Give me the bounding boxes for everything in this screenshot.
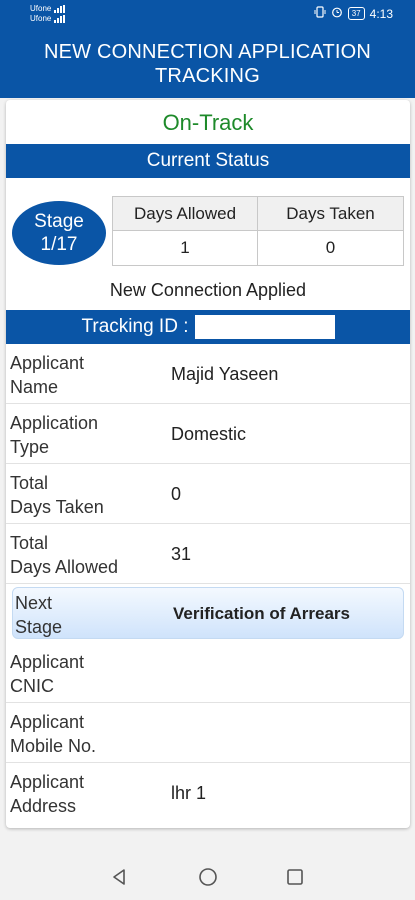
days-allowed-value: 1	[113, 231, 258, 265]
detail-value: Domestic	[171, 423, 247, 444]
detail-value: 31	[171, 543, 192, 564]
current-stage-name: New Connection Applied	[109, 280, 307, 300]
days-taken-value: 0	[325, 238, 336, 257]
detail-label: Applicant CNIC	[10, 652, 85, 696]
page-title-line-2: TRACKING	[155, 65, 260, 87]
detail-label: Applicant Address	[10, 772, 85, 816]
tracking-card: On-Track Current Status Stage 1/17 Days …	[6, 100, 410, 828]
status-bar: Ufone Ufone 37 4:13	[0, 0, 415, 30]
detail-row-applicant-address: Applicant Address lhr 1	[6, 763, 410, 823]
detail-value: lhr 1	[171, 782, 207, 803]
status-label: On-Track	[162, 110, 254, 135]
tracking-id-value	[194, 315, 335, 339]
days-taken-header: Days Taken	[258, 197, 403, 231]
tracking-id-label: Tracking ID :	[81, 316, 189, 337]
back-icon[interactable]	[108, 866, 130, 888]
detail-row-total-days-allowed: Total Days Allowed 31	[6, 524, 410, 584]
detail-label: Next Stage	[15, 593, 63, 637]
detail-label: Applicant Mobile No.	[10, 712, 97, 756]
detail-row-next-stage: Next Stage Verification of Arrears	[12, 587, 404, 639]
clock: 4:13	[369, 6, 393, 21]
stage-badge: Stage 1/17	[12, 201, 106, 265]
days-table: Days Allowed Days Taken 1 0	[112, 196, 404, 266]
signal-icon	[54, 5, 66, 13]
carrier-info: Ufone Ufone	[30, 4, 66, 24]
signal-icon-2	[54, 15, 66, 23]
details-list: Applicant Name Majid Yaseen Application Ty…	[6, 344, 410, 823]
vibrate-icon	[314, 6, 326, 21]
battery-icon: 37	[347, 7, 365, 20]
detail-label: Total Days Allowed	[10, 533, 119, 577]
home-icon[interactable]	[197, 866, 219, 888]
stage-label: Stage	[34, 211, 84, 232]
detail-label: Total Days Taken	[10, 473, 104, 517]
detail-row-applicant-name: Applicant Name Majid Yaseen	[6, 344, 410, 404]
detail-row-application-type: Application Type Domestic	[6, 404, 410, 464]
detail-label: Applicant Name	[10, 353, 85, 397]
app-header: NEW CONNECTION APPLICATION TRACKING	[0, 30, 415, 98]
page-title: NEW CONNECTION APPLICATION TRACKING	[44, 40, 371, 88]
detail-row-applicant-mobile: Applicant Mobile No.	[6, 703, 410, 763]
navigation-bar	[0, 852, 415, 900]
detail-row-total-days-taken: Total Days Taken 0	[6, 464, 410, 524]
detail-value: Majid Yaseen	[171, 363, 279, 384]
detail-label: Application Type	[10, 413, 99, 457]
recent-apps-icon[interactable]	[284, 866, 306, 888]
days-allowed-header: Days Allowed	[113, 197, 258, 231]
stage-number: 1/17	[40, 234, 78, 255]
tracking-id-bar: Tracking ID :	[6, 310, 410, 344]
detail-value: Verification of Arrears	[173, 604, 350, 623]
carrier-1: Ufone	[30, 4, 52, 13]
alarm-icon	[331, 6, 343, 21]
detail-row-applicant-cnic: Applicant CNIC	[6, 643, 410, 703]
current-status-heading: Current Status	[6, 144, 410, 178]
page-title-line-1: NEW CONNECTION APPLICATION	[43, 41, 372, 63]
detail-value: 0	[171, 483, 182, 504]
carrier-2: Ufone	[30, 14, 52, 23]
status-indicators: 37 4:13	[314, 6, 393, 21]
